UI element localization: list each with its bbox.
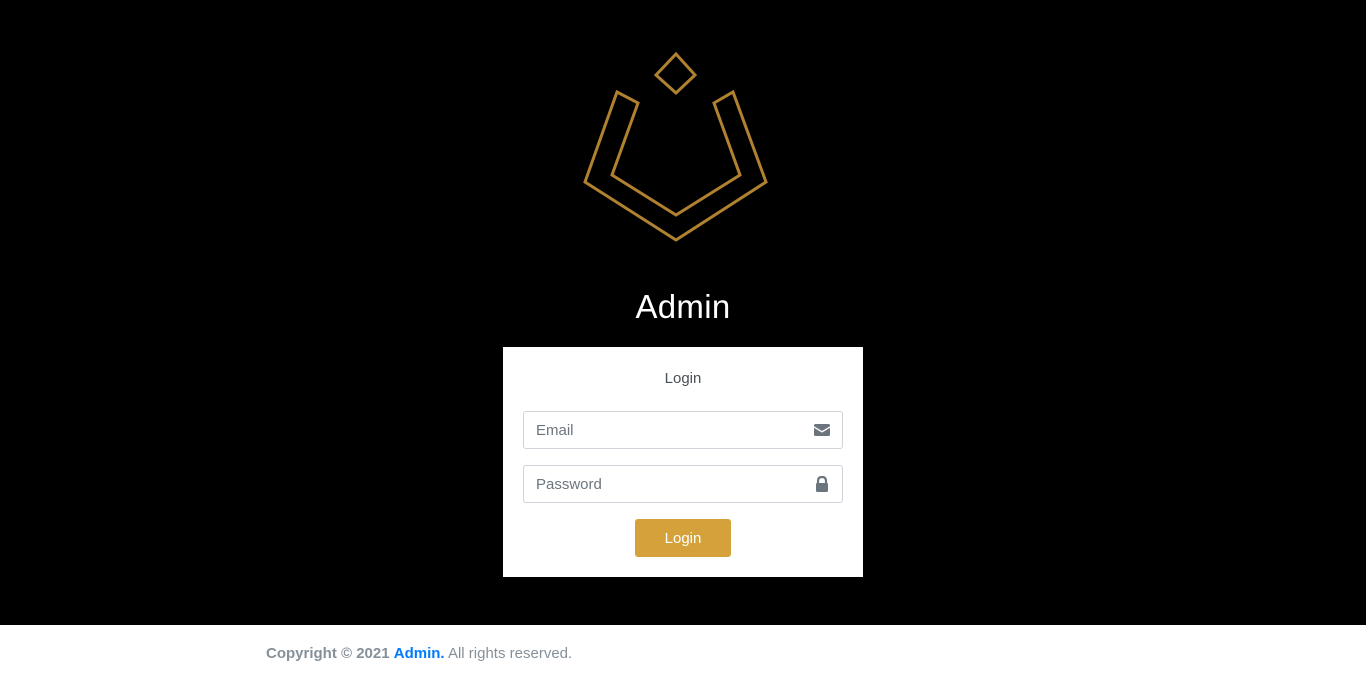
footer-brand-link[interactable]: Admin. <box>394 645 445 662</box>
email-field <box>523 411 843 449</box>
login-card-title: Login <box>664 370 702 387</box>
password-input[interactable] <box>524 466 806 502</box>
email-input[interactable] <box>524 412 806 448</box>
admin-logo-icon <box>583 51 768 242</box>
login-button[interactable]: Login <box>635 519 731 557</box>
copyright-suffix: All rights reserved. <box>447 645 573 662</box>
footer: Copyright © 2021 Admin. All rights reser… <box>0 625 1366 682</box>
envelope-icon <box>814 424 830 436</box>
copyright-prefix: Copyright © 2021 <box>266 645 390 662</box>
lock-icon <box>816 476 828 492</box>
copyright-text: Copyright © 2021 Admin. All rights reser… <box>266 644 572 664</box>
login-card: Login Login <box>503 347 863 577</box>
login-page-background: Admin Login Login <box>0 0 1366 625</box>
brand-title: Admin <box>635 288 731 325</box>
password-field <box>523 465 843 503</box>
